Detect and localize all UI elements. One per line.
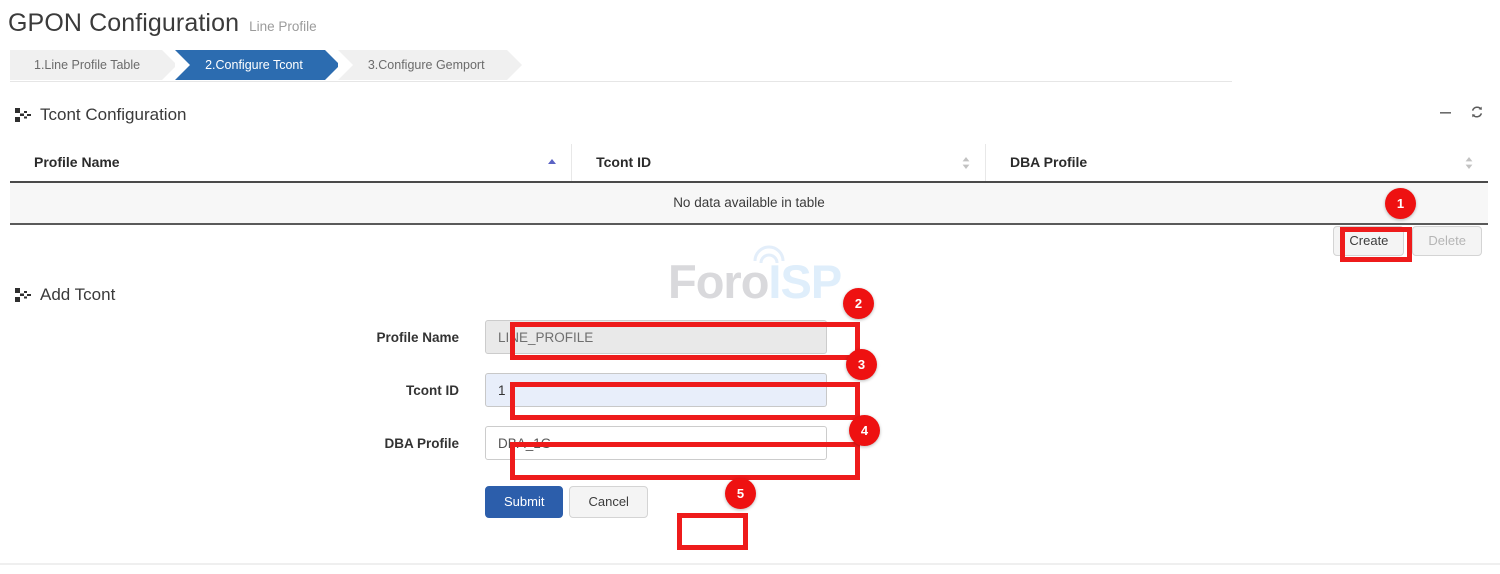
page-bottom-divider	[0, 563, 1500, 565]
table-empty-message: No data available in table	[10, 182, 1488, 224]
sitemap-icon	[14, 107, 31, 124]
annotation-badge-3: 3	[846, 349, 877, 380]
table-empty-row: No data available in table	[10, 182, 1488, 224]
dba-profile-select[interactable]: DBA_1G	[485, 426, 827, 460]
tcont-configuration-heading: Tcont Configuration	[14, 105, 186, 125]
dba-profile-label: DBA Profile	[0, 436, 485, 451]
annotation-badge-5: 5	[725, 478, 756, 509]
annotation-badge-2: 2	[843, 288, 874, 319]
step-label: 2.Configure Tcont	[205, 58, 303, 72]
foroisp-watermark: ForoISP	[668, 258, 841, 305]
panel-title: Add Tcont	[40, 285, 115, 305]
tcont-id-input[interactable]	[485, 373, 827, 407]
step-label: 1.Line Profile Table	[34, 58, 140, 72]
step-label: 3.Configure Gemport	[368, 58, 485, 72]
profile-name-label: Profile Name	[0, 330, 485, 345]
submit-button[interactable]: Submit	[485, 486, 563, 518]
form-row-tcont-id: Tcont ID	[0, 373, 1500, 407]
annotation-badge-1: 1	[1385, 188, 1416, 219]
table-header-row: Profile Name Tcont ID DBA Profile	[10, 144, 1488, 182]
step-line-profile-table[interactable]: 1.Line Profile Table	[10, 50, 162, 80]
panel-title: Tcont Configuration	[40, 105, 186, 125]
page-subtitle: Line Profile	[249, 19, 317, 34]
column-label: DBA Profile	[1010, 154, 1087, 170]
create-button[interactable]: Create	[1333, 226, 1404, 256]
page-title: GPON Configuration	[8, 9, 239, 38]
highlight-submit-button	[677, 513, 748, 550]
steps-divider	[10, 81, 1232, 82]
form-row-dba-profile: DBA Profile DBA_1G	[0, 426, 1500, 460]
step-breadcrumb: 1.Line Profile Table 2.Configure Tcont 3…	[10, 50, 520, 80]
column-header-profile-name[interactable]: Profile Name	[10, 144, 572, 182]
step-configure-gemport[interactable]: 3.Configure Gemport	[338, 50, 507, 80]
tcont-id-label: Tcont ID	[0, 383, 485, 398]
sitemap-icon	[14, 287, 31, 304]
tcont-table: Profile Name Tcont ID DBA Profile	[10, 144, 1488, 225]
panel-tools	[1439, 105, 1484, 119]
delete-button: Delete	[1412, 226, 1482, 256]
page-header: GPON Configuration Line Profile	[8, 9, 317, 38]
profile-name-input	[485, 320, 827, 354]
sort-ascending-icon	[547, 156, 557, 170]
sort-none-icon	[1464, 156, 1474, 170]
form-row-profile-name: Profile Name	[0, 320, 1500, 354]
annotation-badge-4: 4	[849, 415, 880, 446]
gpon-configuration-page: ForoISP GPON Configuration Line Profile …	[0, 0, 1500, 574]
minimize-icon[interactable]	[1439, 106, 1452, 119]
sort-none-icon	[961, 156, 971, 170]
refresh-icon[interactable]	[1470, 105, 1484, 119]
column-label: Profile Name	[34, 154, 120, 170]
add-tcont-heading: Add Tcont	[14, 285, 115, 305]
table-action-bar: Create Delete	[10, 226, 1488, 256]
cancel-button[interactable]: Cancel	[569, 486, 647, 518]
column-header-dba-profile[interactable]: DBA Profile	[985, 144, 1488, 182]
column-header-tcont-id[interactable]: Tcont ID	[572, 144, 986, 182]
column-label: Tcont ID	[596, 154, 651, 170]
step-configure-tcont[interactable]: 2.Configure Tcont	[175, 50, 325, 80]
